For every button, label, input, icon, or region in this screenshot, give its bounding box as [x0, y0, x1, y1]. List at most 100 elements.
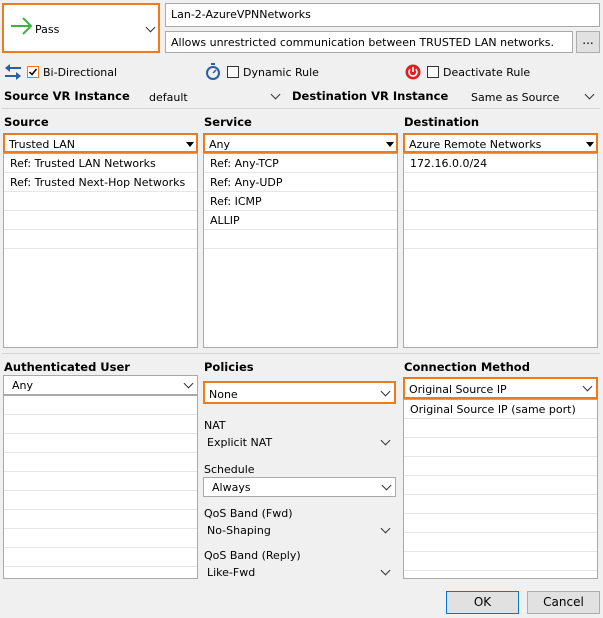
- chevron-down-icon: [582, 381, 593, 392]
- connection-method-list[interactable]: Original Source IP (same port): [403, 399, 598, 579]
- chevron-down-icon: [380, 523, 391, 534]
- service-select[interactable]: Any: [203, 133, 398, 153]
- deactivate-rule-label: Deactivate Rule: [443, 66, 531, 79]
- list-row-empty: [404, 552, 597, 571]
- ok-label: OK: [473, 595, 492, 609]
- list-item[interactable]: Ref: Trusted LAN Networks: [4, 154, 197, 173]
- dynamic-rule-checkbox[interactable]: [227, 66, 239, 78]
- schedule-label: Schedule: [204, 463, 255, 476]
- list-row-empty: [4, 230, 197, 249]
- nat-select[interactable]: Explicit NAT: [203, 433, 396, 453]
- authenticated-user-heading: Authenticated User: [4, 360, 130, 374]
- dropdown-arrow-icon: [186, 142, 194, 147]
- destination-vr-label: Destination VR Instance: [292, 89, 449, 103]
- divider: [2, 353, 600, 354]
- nat-value: Explicit NAT: [207, 436, 273, 449]
- destination-vr-value: Same as Source: [471, 91, 560, 104]
- bidirectional-checkbox[interactable]: [27, 66, 39, 78]
- cancel-button[interactable]: Cancel: [527, 591, 600, 614]
- policies-select[interactable]: None: [203, 381, 396, 404]
- source-selected-value: Trusted LAN: [9, 138, 76, 151]
- bidirectional-label: Bi-Directional: [43, 66, 118, 79]
- list-item-label: Original Source IP (same port): [410, 403, 576, 416]
- ok-button[interactable]: OK: [446, 591, 519, 614]
- list-row-empty: [4, 396, 197, 415]
- list-row-empty: [404, 230, 597, 249]
- policies-heading: Policies: [204, 360, 254, 374]
- chevron-down-icon: [183, 378, 194, 389]
- qos-fwd-value: No-Shaping: [207, 524, 271, 537]
- list-item-label: 172.16.0.0/24: [410, 157, 488, 170]
- list-row-empty: [404, 476, 597, 495]
- list-row-empty: [404, 173, 597, 192]
- list-item[interactable]: Original Source IP (same port): [404, 400, 597, 419]
- chevron-down-icon: [380, 386, 391, 397]
- connection-method-heading: Connection Method: [404, 360, 530, 374]
- description-ellipsis-button[interactable]: ...: [576, 31, 600, 53]
- list-item[interactable]: Ref: ICMP: [204, 192, 397, 211]
- list-row-empty: [4, 192, 197, 211]
- list-item-label: Ref: Trusted LAN Networks: [10, 157, 156, 170]
- chevron-down-icon: [584, 89, 595, 100]
- chevron-down-icon: [145, 22, 156, 33]
- ellipsis-label: ...: [582, 33, 594, 47]
- checkmark-icon: [28, 68, 38, 76]
- list-item[interactable]: Ref: Any-UDP: [204, 173, 397, 192]
- destination-list[interactable]: 172.16.0.0/24: [403, 153, 598, 348]
- stopwatch-icon: [206, 63, 220, 80]
- qos-reply-value: Like-Fwd: [207, 566, 256, 579]
- list-item[interactable]: 172.16.0.0/24: [404, 154, 597, 173]
- schedule-value: Always: [212, 481, 251, 494]
- list-row-empty: [4, 211, 197, 230]
- connection-method-select[interactable]: Original Source IP: [403, 377, 598, 399]
- list-row-empty: [404, 419, 597, 438]
- qos-reply-select[interactable]: Like-Fwd: [203, 563, 396, 583]
- divider: [2, 108, 600, 109]
- action-label: Pass: [35, 23, 60, 36]
- authenticated-user-value: Any: [12, 379, 34, 392]
- policies-selected-value: None: [209, 388, 238, 401]
- service-list[interactable]: Ref: Any-TCP Ref: Any-UDP Ref: ICMP ALLI…: [203, 153, 398, 348]
- service-heading: Service: [204, 115, 252, 129]
- authenticated-user-select[interactable]: Any: [3, 375, 198, 395]
- power-icon: [405, 64, 421, 80]
- rule-name-text: Lan-2-AzureVPNNetworks: [171, 8, 311, 21]
- list-row-empty: [404, 211, 597, 230]
- pass-arrow-icon: [11, 17, 33, 35]
- list-item[interactable]: ALLIP: [204, 211, 397, 230]
- list-item[interactable]: Ref: Trusted Next-Hop Networks: [4, 173, 197, 192]
- list-row-empty: [4, 434, 197, 453]
- list-row-empty: [4, 491, 197, 510]
- list-row-empty: [4, 453, 197, 472]
- list-item-label: Ref: ICMP: [210, 195, 262, 208]
- list-item-label: Ref: Any-TCP: [210, 157, 279, 170]
- list-row-empty: [404, 514, 597, 533]
- destination-select[interactable]: Azure Remote Networks: [403, 133, 598, 153]
- source-vr-select[interactable]: default: [145, 88, 285, 106]
- list-item-label: ALLIP: [210, 214, 240, 227]
- list-row-empty: [4, 510, 197, 529]
- source-vr-value: default: [149, 91, 188, 104]
- list-row-empty: [4, 415, 197, 434]
- destination-vr-select[interactable]: Same as Source: [467, 88, 599, 106]
- qos-fwd-select[interactable]: No-Shaping: [203, 521, 396, 541]
- dropdown-arrow-icon: [386, 142, 394, 147]
- schedule-select[interactable]: Always: [203, 477, 396, 497]
- dropdown-arrow-icon: [586, 142, 594, 147]
- authenticated-user-list[interactable]: [3, 395, 198, 579]
- source-list[interactable]: Ref: Trusted LAN Networks Ref: Trusted N…: [3, 153, 198, 348]
- chevron-down-icon: [380, 435, 391, 446]
- list-item[interactable]: Ref: Any-TCP: [204, 154, 397, 173]
- qos-fwd-label: QoS Band (Fwd): [204, 507, 293, 520]
- rule-description-input[interactable]: Allows unrestricted communication betwee…: [165, 31, 573, 53]
- source-select[interactable]: Trusted LAN: [3, 133, 198, 153]
- source-heading: Source: [4, 115, 49, 129]
- list-item-label: Ref: Trusted Next-Hop Networks: [10, 176, 186, 189]
- deactivate-rule-checkbox[interactable]: [427, 66, 439, 78]
- destination-selected-value: Azure Remote Networks: [409, 138, 542, 151]
- action-dropdown[interactable]: Pass: [2, 3, 160, 53]
- rule-name-input[interactable]: Lan-2-AzureVPNNetworks: [165, 3, 600, 27]
- nat-label: NAT: [204, 419, 226, 432]
- chevron-down-icon: [270, 89, 281, 100]
- source-vr-label: Source VR Instance: [4, 89, 130, 103]
